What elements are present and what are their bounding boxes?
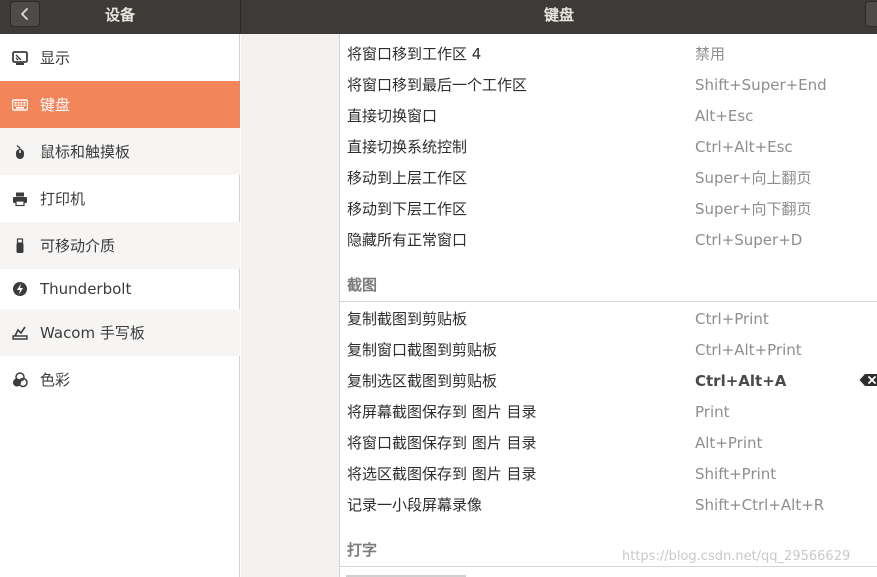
shortcut-label: 将窗口截图保存到 图片 目录 (347, 434, 537, 452)
sidebar-item-thunderbolt[interactable]: Thunderbolt (0, 269, 240, 309)
sidebar-item-removable-media[interactable]: 可移动介质 (0, 222, 240, 269)
shortcut-row[interactable]: 将窗口移到工作区 4 禁用 (340, 38, 877, 69)
keyboard-icon (11, 96, 29, 114)
shortcut-label: 将选区截图保存到 图片 目录 (347, 465, 537, 483)
usb-icon (11, 237, 29, 255)
shortcut-label: 复制窗口截图到剪贴板 (347, 341, 498, 359)
shortcut-key: Ctrl+Alt+Esc (695, 137, 793, 156)
sidebar-item-label: 鼠标和触摸板 (40, 143, 131, 161)
sidebar-item-keyboard[interactable]: 键盘 (0, 81, 240, 128)
shortcut-key: Shift+Ctrl+Alt+R (695, 495, 825, 514)
sidebar-item-display[interactable]: 显示 (0, 34, 240, 81)
shortcut-label: 复制截图到剪贴板 (347, 310, 468, 328)
sidebar-item-mouse[interactable]: 鼠标和触摸板 (0, 128, 240, 175)
shortcut-label: 记录一小段屏幕录像 (347, 496, 483, 514)
shortcut-row[interactable]: 复制窗口截图到剪贴板 Ctrl+Alt+Print (340, 334, 877, 365)
color-icon (11, 371, 29, 389)
shortcut-label: 移动到下层工作区 (347, 200, 468, 218)
sidebar-item-label: 色彩 (40, 371, 71, 389)
shortcut-label: 直接切换窗口 (347, 107, 438, 125)
sidebar-item-wacom-tablet[interactable]: Wacom 手写板 (0, 309, 240, 356)
shortcut-row[interactable]: 将窗口截图保存到 图片 目录 Alt+Print (340, 427, 877, 458)
shortcut-row[interactable]: 移动到上层工作区 Super+向上翻页 (340, 162, 877, 193)
shortcut-key: Ctrl+Alt+A (695, 371, 787, 390)
sidebar-item-label: Wacom 手写板 (40, 324, 145, 342)
content-gutter (241, 34, 339, 577)
shortcut-label: 将窗口移到工作区 4 (347, 45, 482, 63)
shortcut-label: 移动到上层工作区 (347, 169, 468, 187)
shortcut-row[interactable]: 直接切换系统控制 Ctrl+Alt+Esc (340, 131, 877, 162)
sidebar-item-printers[interactable]: 打印机 (0, 175, 240, 222)
shortcut-key: Super+向下翻页 (695, 200, 812, 218)
shortcut-list: 将窗口移到工作区 4 禁用 将窗口移到最后一个工作区 Shift+Super+E… (339, 34, 877, 577)
shortcut-key: Print (695, 402, 730, 421)
shortcut-key: Alt+Esc (695, 106, 754, 125)
sidebar-item-label: 键盘 (40, 96, 71, 114)
section-divider (340, 301, 877, 302)
shortcut-row[interactable]: 复制选区截图到剪贴板 Ctrl+Alt+A (340, 365, 877, 396)
watermark: https://blog.csdn.net/qq_29566629 (622, 549, 851, 564)
shortcut-key: 禁用 (695, 45, 726, 63)
header-right-button[interactable] (865, 1, 877, 27)
page-title: 键盘 (543, 6, 574, 24)
sidebar-item-label: 可移动介质 (40, 237, 116, 255)
sidebar: 显示 键盘 鼠标和触摸板 打印机 可移动介质 Thunderbolt Wacom… (0, 34, 240, 577)
sidebar-item-label: 显示 (40, 49, 71, 67)
shortcut-key: Super+向上翻页 (695, 169, 812, 187)
shortcut-label: 直接切换系统控制 (347, 138, 468, 156)
section-divider (340, 566, 877, 567)
display-icon (11, 49, 29, 67)
shortcut-label: 将窗口移到最后一个工作区 (347, 76, 528, 94)
shortcut-label: 复制选区截图到剪贴板 (347, 372, 498, 390)
shortcut-row[interactable]: 隐藏所有正常窗口 Ctrl+Super+D (340, 224, 877, 255)
printer-icon (11, 190, 29, 208)
shortcut-row[interactable]: 将屏幕截图保存到 图片 目录 Print (340, 396, 877, 427)
shortcut-key: Alt+Print (695, 433, 763, 452)
shortcut-key: Ctrl+Alt+Print (695, 340, 802, 359)
partial-shortcut-row (346, 573, 546, 577)
shortcut-key: Shift+Super+End (695, 75, 827, 94)
shortcut-key: Ctrl+Super+D (695, 230, 803, 249)
shortcut-row[interactable]: 直接切换窗口 Alt+Esc (340, 100, 877, 131)
sidebar-item-label: 打印机 (40, 190, 86, 208)
shortcut-label: 隐藏所有正常窗口 (347, 231, 468, 249)
backspace-clear-icon[interactable] (859, 373, 877, 387)
shortcut-row[interactable]: 记录一小段屏幕录像 Shift+Ctrl+Alt+R (340, 489, 877, 520)
mouse-icon (11, 143, 29, 161)
tablet-icon (11, 324, 29, 342)
shortcut-key: Ctrl+Print (695, 309, 769, 328)
shortcut-row[interactable]: 移动到下层工作区 Super+向下翻页 (340, 193, 877, 224)
sidebar-item-label: Thunderbolt (40, 280, 132, 298)
shortcut-row[interactable]: 将窗口移到最后一个工作区 Shift+Super+End (340, 69, 877, 100)
sidebar-item-color[interactable]: 色彩 (0, 356, 240, 403)
section-header-screenshots: 截图 (347, 276, 378, 294)
sidebar-title: 设备 (104, 6, 135, 24)
thunderbolt-icon (11, 280, 29, 298)
shortcut-row[interactable]: 将选区截图保存到 图片 目录 Shift+Print (340, 458, 877, 489)
section-header-typing: 打字 (347, 541, 378, 559)
shortcut-label: 将屏幕截图保存到 图片 目录 (347, 403, 537, 421)
header-bar: 设备 键盘 (0, 0, 877, 34)
shortcut-key: Shift+Print (695, 464, 777, 483)
shortcut-row[interactable]: 复制截图到剪贴板 Ctrl+Print (340, 303, 877, 334)
